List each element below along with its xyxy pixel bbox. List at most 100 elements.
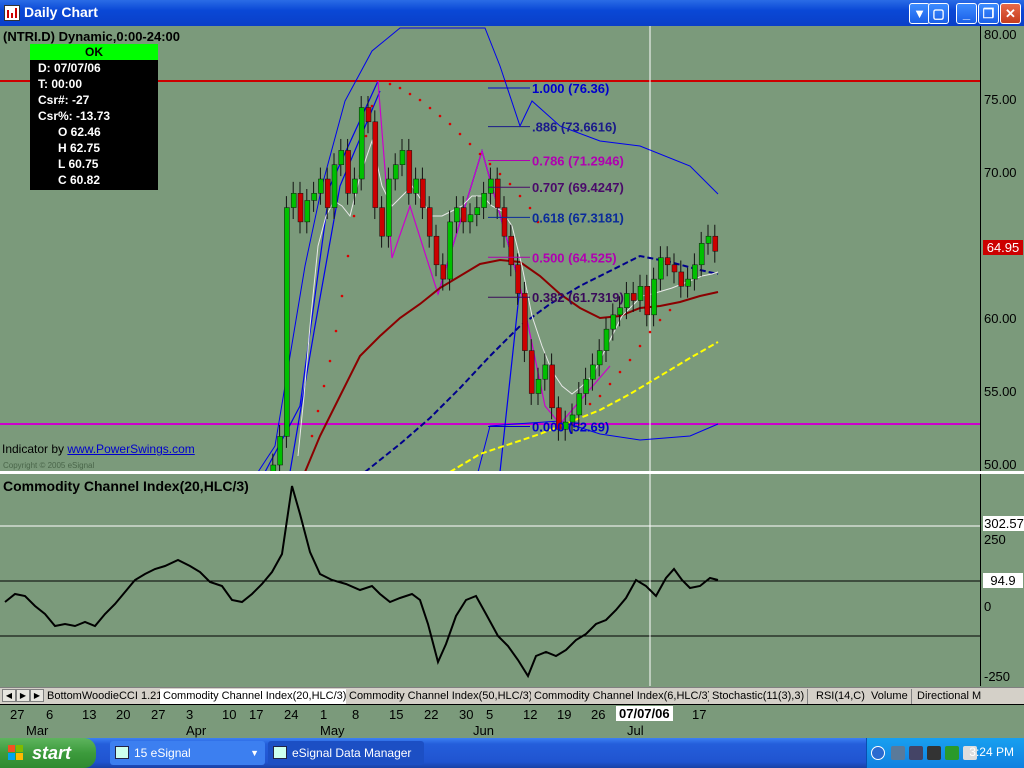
camera-icon[interactable] [927,746,941,760]
tab-cci-6[interactable]: Commodity Channel Index(6,HLC/3) [531,689,716,704]
tab-scroll-right-icon[interactable]: ▶ [16,689,30,702]
restore-icon-button[interactable]: ▢ [928,3,949,24]
chart-app-icon [4,5,20,21]
candle-body [413,178,419,194]
date-tick: 17 [692,707,707,722]
tab-scroll-left-icon[interactable]: ◀ [2,689,16,702]
price-axis-label: 60.00 [984,311,1017,326]
fib-level-label: 0.382 (61.7319) [532,290,624,305]
cci-pane[interactable]: Commodity Channel Index(20,HLC/3) [0,474,980,686]
tray-expand-icon[interactable] [871,746,885,760]
minimize-button[interactable]: _ [956,3,977,24]
candle-body [651,278,657,316]
shield-icon[interactable] [945,746,959,760]
date-tick: 27 [151,707,166,722]
group-arrow-icon: ▼ [250,748,259,758]
fib-level-label: 1.000 (76.36) [532,81,609,96]
date-tick: 10 [222,707,237,722]
month-label: Jun [473,723,494,738]
tab-scroll-end-icon[interactable]: ▶ [30,689,44,702]
tab-cci-20[interactable]: Commodity Channel Index(20,HLC/3) [160,689,351,704]
indicator-credit: Indicator by www.PowerSwings.com [2,442,195,456]
candle-body [331,164,338,208]
tab-directional[interactable]: Directional M [914,689,985,704]
candle-body [467,214,474,223]
tab-bottom-woodie-cci[interactable]: BottomWoodieCCI 1.21 [44,689,167,704]
candle-body [345,150,351,194]
tab-volume[interactable]: Volume [868,689,912,704]
candle-body [311,193,317,201]
cci-axis-label: 0 [984,599,992,614]
cursor-info-box: OK D: 07/07/06 T: 00:00 Csr#: -27 Csr%: -13… [30,44,158,190]
cci-axis-label: -250 [984,669,1011,684]
candle-body [352,178,358,194]
date-tick: 26 [591,707,606,722]
candle-body [630,293,637,301]
start-button[interactable]: start [0,738,96,768]
network-icon[interactable] [891,746,905,760]
cci-max-tag: 302.57 [983,516,1024,531]
date-tick: 1 [320,707,328,722]
start-label: start [32,743,72,763]
candle-body [705,235,712,244]
info-row: H 62.75 [58,141,101,155]
date-tick: 13 [82,707,97,722]
month-label: Apr [186,723,207,738]
taskbar-button-label: eSignal Data Manager [292,746,412,760]
info-row: D: 07/07/06 [38,61,101,75]
cci-axis-label: 250 [984,532,1006,547]
candle-body [406,150,413,194]
copyright-text: Copyright © 2005 eSignal [3,461,95,470]
candle-body [583,378,589,394]
info-row: T: 00:00 [38,77,83,91]
price-chart-pane[interactable]: 1.000 (76.36) .886 (73.6616) 0.786 (71.294… [0,26,980,472]
maximize-button[interactable]: ❐ [978,3,999,24]
date-tick: 15 [389,707,404,722]
tab-stochastic[interactable]: Stochastic(11(3),3) [709,689,809,704]
window-title: Daily Chart [24,4,98,20]
price-axis-label: 70.00 [984,165,1017,180]
cci-title: Commodity Channel Index(20,HLC/3) [3,478,249,494]
monitor-icon[interactable] [909,746,923,760]
date-tick: 24 [284,707,299,722]
fib-level-label: 0.500 (64.525) [532,250,617,265]
date-tick: 19 [557,707,572,722]
candle-body [603,328,610,351]
candle-body [508,235,515,266]
dropdown-button[interactable]: ▼ [909,3,930,24]
candle-body [624,293,630,308]
fib-level-label: 0.000 (52.69) [532,420,609,435]
candle-body [528,350,535,394]
parabolic-sar-dots [310,82,672,438]
candle-body [358,107,365,180]
fib-level-label: 0.618 (67.3181) [532,210,624,225]
candle-body [501,207,508,237]
candle-body [447,221,453,280]
tab-cci-50[interactable]: Commodity Channel Index(50,HLC/3) [346,689,537,704]
fib-level-label: 0.786 (71.2946) [532,153,624,168]
candle-body [685,278,691,287]
taskbar-button-data-manager[interactable]: eSignal Data Manager [268,741,424,765]
windows-taskbar: start 15 eSignal ▼ eSignal Data Manager … [0,738,1024,768]
taskbar-clock: 3:24 PM [969,745,1014,759]
tab-rsi[interactable]: RSI(14,C) [813,689,869,704]
price-axis-label: 75.00 [984,92,1017,107]
candle-body [658,257,664,280]
info-rows: D: 07/07/06 T: 00:00 Csr#: -27 Csr%: -13.73… [30,60,158,188]
candle-body [338,150,345,165]
date-tick: 8 [352,707,360,722]
close-button[interactable]: ✕ [1000,3,1021,24]
taskbar-button-esignal[interactable]: 15 eSignal ▼ [110,741,265,765]
candle-body [386,178,392,237]
powerswings-link[interactable]: www.PowerSwings.com [67,442,194,456]
window-titlebar[interactable]: Daily Chart ▼ ▢ _ ❐ ✕ [0,0,1024,26]
candle-body [698,243,705,266]
price-axis: 80.00 75.00 70.00 64.95 60.00 55.00 50.0… [980,26,1024,472]
candle-body [712,235,719,252]
cci-chart-svg[interactable] [0,474,980,686]
candle-body [399,150,406,165]
candle-body [515,264,521,294]
bollinger-upper [257,27,719,472]
indicator-credit-text: Indicator by [2,442,65,456]
month-label: Jul [627,723,644,738]
